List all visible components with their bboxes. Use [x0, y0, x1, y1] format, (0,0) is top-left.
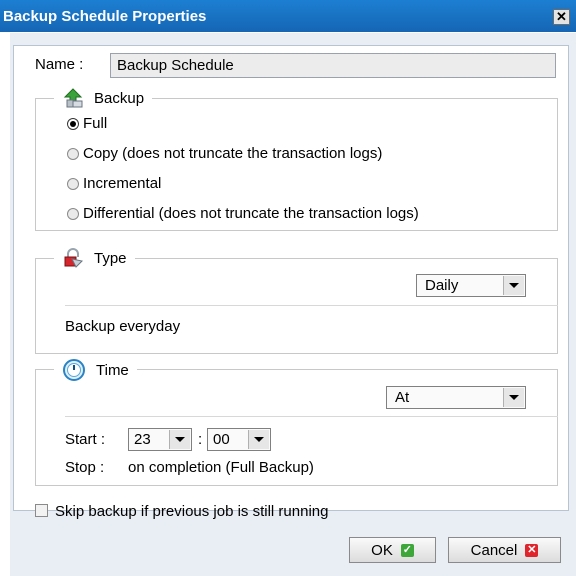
ok-button-label: OK [371, 541, 393, 559]
time-legend: Time [54, 359, 137, 381]
type-group: Type [35, 248, 558, 354]
start-hour-select[interactable]: 23 [128, 428, 192, 451]
skip-checkbox[interactable] [35, 504, 48, 517]
radio-differential[interactable]: Differential (does not truncate the tran… [67, 205, 419, 222]
stop-label: Stop : [65, 459, 105, 476]
radio-incremental-label: Incremental [83, 175, 162, 192]
cancel-button-label: Cancel [470, 541, 518, 559]
radio-full[interactable]: Full [67, 115, 107, 132]
time-legend-label: Time [96, 361, 129, 379]
start-hour-dropdown-icon[interactable] [169, 430, 190, 449]
start-hour-value: 23 [134, 431, 151, 448]
type-select-dropdown-icon[interactable] [503, 276, 524, 295]
radio-differential-label: Differential (does not truncate the tran… [83, 205, 419, 222]
time-select-dropdown-icon[interactable] [503, 388, 524, 407]
start-label: Start : [65, 431, 106, 448]
name-input[interactable] [110, 53, 556, 78]
radio-copy-label: Copy (does not truncate the transaction … [83, 145, 383, 162]
radio-incremental-indicator[interactable] [67, 177, 79, 190]
backup-legend: Backup [54, 88, 153, 108]
type-description: Backup everyday [65, 318, 181, 335]
type-select[interactable]: Daily [416, 274, 526, 297]
radio-incremental[interactable]: Incremental [67, 175, 161, 192]
close-button[interactable]: ✕ [553, 9, 570, 25]
lock-icon [64, 248, 84, 268]
type-legend: Type [54, 248, 135, 268]
time-divider [65, 416, 558, 417]
radio-copy-indicator[interactable] [67, 147, 79, 160]
window-title: Backup Schedule Properties [3, 8, 207, 25]
start-minute-value: 00 [213, 431, 230, 448]
backup-arrow-icon [63, 88, 83, 108]
time-select-value: At [395, 389, 410, 406]
title-bar: Backup Schedule Properties ✕ [0, 0, 576, 32]
start-minute-dropdown-icon[interactable] [248, 430, 269, 449]
radio-full-indicator[interactable] [67, 117, 79, 130]
time-separator: : [198, 431, 203, 448]
skip-label: Skip backup if previous job is still run… [55, 503, 329, 520]
clock-icon [63, 359, 85, 381]
type-divider [65, 305, 558, 306]
ok-button[interactable]: OK ✓ [349, 537, 436, 563]
start-minute-select[interactable]: 00 [207, 428, 271, 451]
time-select[interactable]: At [386, 386, 526, 409]
cross-icon: ✕ [525, 543, 539, 557]
backup-legend-label: Backup [94, 89, 145, 107]
cancel-button[interactable]: Cancel ✕ [448, 537, 561, 563]
type-select-value: Daily [425, 277, 459, 294]
radio-copy[interactable]: Copy (does not truncate the transaction … [67, 145, 382, 162]
radio-full-label: Full [83, 115, 108, 132]
stop-value: on completion (Full Backup) [128, 459, 314, 476]
check-icon: ✓ [400, 543, 414, 557]
radio-differential-indicator[interactable] [67, 207, 79, 220]
type-legend-label: Type [94, 249, 127, 267]
name-label: Name : [35, 56, 84, 73]
